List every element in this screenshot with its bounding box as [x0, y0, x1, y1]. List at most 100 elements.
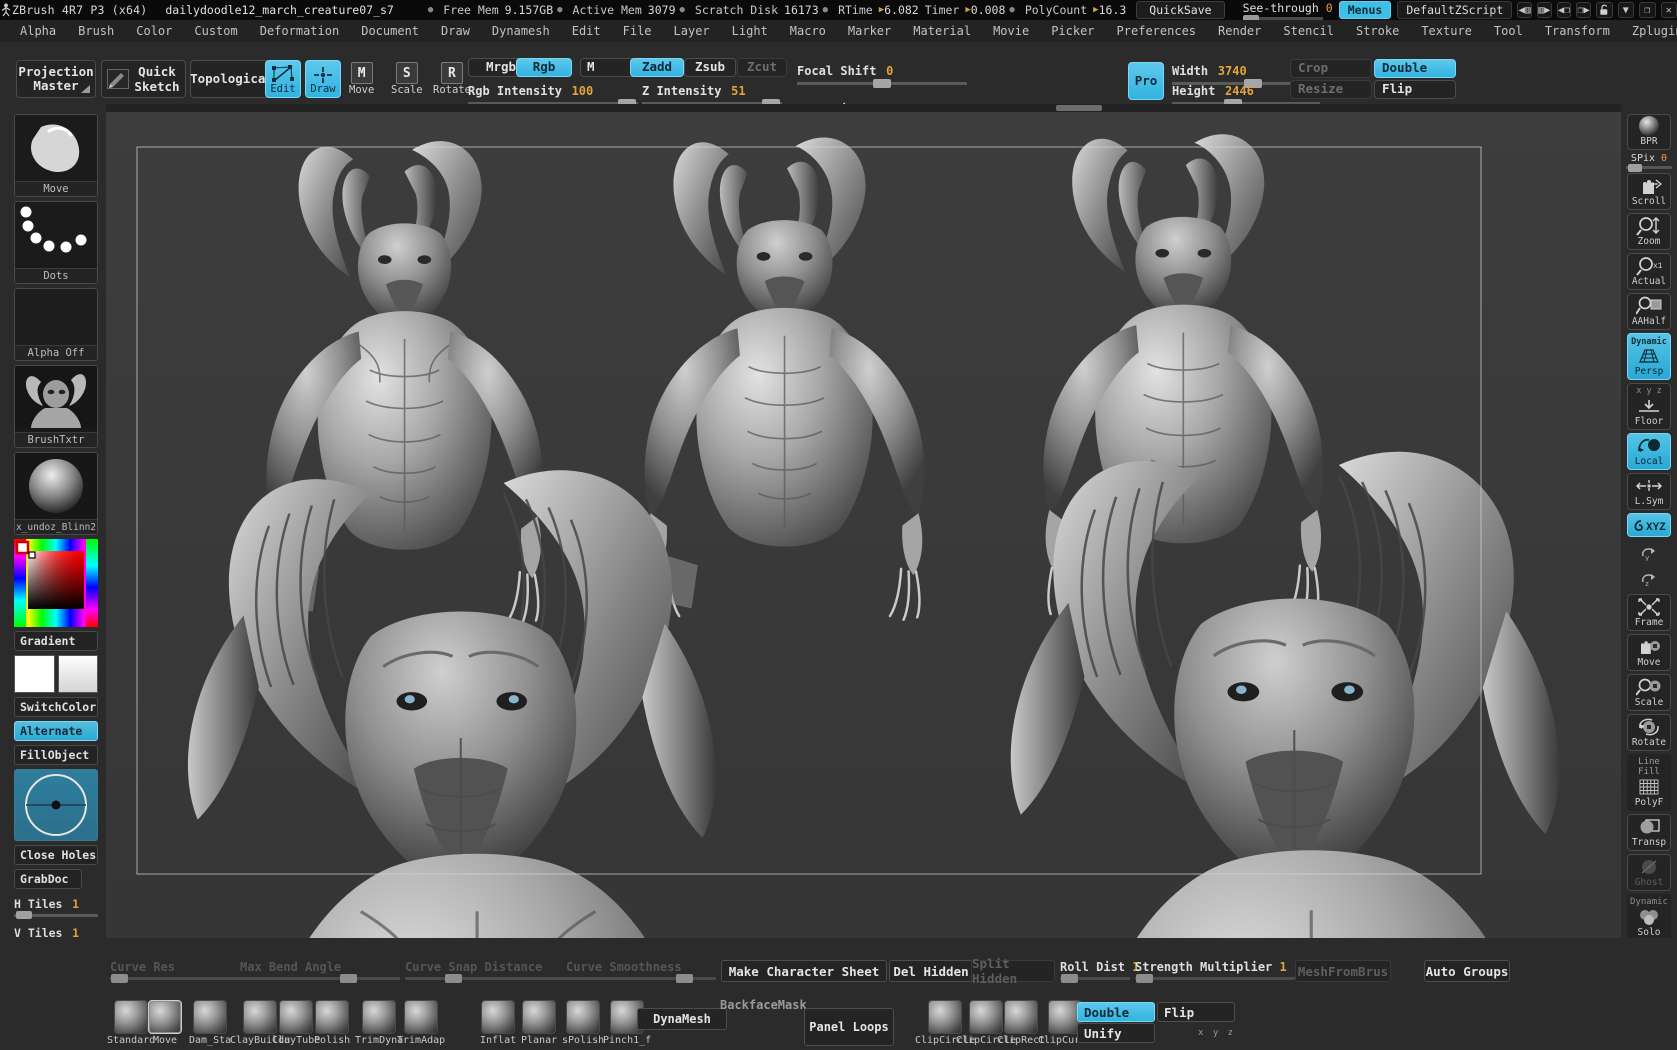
color-swatches[interactable] — [14, 655, 98, 693]
gradient-button[interactable]: Gradient — [14, 631, 98, 651]
ghost-button[interactable]: Ghost — [1627, 854, 1671, 891]
move-tool-button[interactable]: M Move — [349, 62, 374, 96]
lsym-button[interactable]: L.Sym — [1627, 473, 1671, 510]
move-gizmo-button[interactable]: Move — [1627, 634, 1671, 671]
xyz-button[interactable]: XYZ — [1627, 513, 1671, 537]
floor-button[interactable]: x y z Floor — [1627, 383, 1671, 430]
strength-multiplier-slider[interactable]: Strength Multiplier 1 — [1135, 960, 1295, 983]
bpr-button[interactable]: BPR — [1627, 114, 1671, 150]
canvas-viewport[interactable] — [106, 112, 1621, 938]
curve-res-track[interactable] — [110, 974, 250, 983]
zadd-button[interactable]: Zadd — [630, 58, 684, 77]
auto-groups-button[interactable]: Auto Groups — [1424, 960, 1510, 982]
minimize-icon[interactable]: ▼ — [1617, 2, 1634, 18]
menu-document[interactable]: Document — [351, 21, 429, 41]
secondary-color-swatch[interactable] — [58, 655, 98, 693]
switch-color-button[interactable]: SwitchColor — [14, 697, 98, 717]
local-button[interactable]: Local — [1627, 433, 1671, 470]
menu-draw[interactable]: Draw — [431, 21, 480, 41]
close-icon[interactable]: ✕ — [1660, 2, 1677, 18]
menu-deformation[interactable]: Deformation — [250, 21, 349, 41]
menu-macro[interactable]: Macro — [780, 21, 836, 41]
bottom-flip-button[interactable]: Flip — [1157, 1002, 1235, 1022]
see-through-slider[interactable]: See-through 0 — [1242, 1, 1333, 22]
brush-claytubes[interactable]: ClayTube — [272, 1000, 320, 1046]
mesh-from-brush-button[interactable]: MeshFromBrus — [1295, 960, 1391, 982]
next-layout-icon[interactable]: ❐▶ — [1576, 2, 1591, 18]
grab-doc-button[interactable]: GrabDoc — [14, 869, 82, 889]
polyf-button[interactable]: Line Fill PolyF — [1627, 754, 1671, 811]
curve-snap-distance-track[interactable] — [405, 974, 585, 983]
resize-button[interactable]: Resize — [1290, 80, 1372, 99]
rotate-z-button[interactable]: z — [1627, 566, 1671, 591]
split-hidden-button[interactable]: Split Hidden — [971, 956, 1055, 986]
menu-stroke[interactable]: Stroke — [1346, 21, 1409, 41]
spix-slider[interactable]: SPix 0 — [1626, 153, 1672, 172]
rotate-gizmo-button[interactable]: Rotate — [1627, 714, 1671, 751]
menu-edit[interactable]: Edit — [562, 21, 611, 41]
topological-button[interactable]: Topological — [190, 60, 273, 98]
h-tiles-slider[interactable]: H Tiles 1 — [14, 893, 98, 919]
menu-movie[interactable]: Movie — [983, 21, 1039, 41]
default-zscript-button[interactable]: DefaultZScript — [1397, 1, 1513, 19]
menu-transform[interactable]: Transform — [1535, 21, 1620, 41]
curve-smoothness-track[interactable] — [566, 974, 716, 983]
zcut-button[interactable]: Zcut — [737, 58, 787, 77]
roll-dist-slider[interactable]: Roll Dist 1 — [1060, 960, 1140, 983]
main-color-swatch[interactable] — [14, 655, 55, 693]
z-intensity-slider[interactable]: Z Intensity 51 — [642, 80, 782, 108]
menu-color[interactable]: Color — [126, 21, 182, 41]
menu-alpha[interactable]: Alpha — [10, 21, 66, 41]
menu-texture[interactable]: Texture — [1411, 21, 1482, 41]
make-character-sheet-button[interactable]: Make Character Sheet — [721, 960, 887, 982]
menu-zplugin[interactable]: Zplugin — [1622, 21, 1677, 41]
menu-light[interactable]: Light — [722, 21, 778, 41]
menu-material[interactable]: Material — [903, 21, 981, 41]
brush-polish[interactable]: Polish — [314, 1000, 350, 1046]
max-bend-angle-slider[interactable]: Max Bend Angle — [240, 960, 400, 983]
curve-smoothness-slider[interactable]: Curve Smoothness — [566, 960, 716, 983]
menu-brush[interactable]: Brush — [68, 21, 124, 41]
canvas-horizontal-scrollbar[interactable] — [106, 104, 1621, 112]
brush-move[interactable]: Move — [148, 1000, 182, 1046]
menu-picker[interactable]: Picker — [1041, 21, 1104, 41]
menu-custom[interactable]: Custom — [184, 21, 247, 41]
restore-icon[interactable]: ❐ — [1639, 2, 1656, 18]
current-material-thumb[interactable]: x_undoz_Blinn2 — [14, 452, 98, 535]
max-bend-angle-track[interactable] — [240, 974, 400, 983]
rotate-tool-button[interactable]: R Rotate — [433, 62, 471, 96]
rotate-y-button[interactable]: y — [1627, 540, 1671, 565]
m-button[interactable]: M — [580, 58, 636, 77]
menu-marker[interactable]: Marker — [838, 21, 901, 41]
aahalf-button[interactable]: AAHalf — [1627, 293, 1671, 330]
scroll-button[interactable]: Scroll — [1627, 173, 1671, 210]
focal-shift-track[interactable] — [797, 78, 967, 88]
strength-multiplier-track[interactable] — [1135, 974, 1295, 983]
focal-shift-slider[interactable]: Focal Shift 0 — [797, 60, 967, 88]
rgb-button[interactable]: Rgb — [516, 58, 572, 77]
brush-trimadaptive[interactable]: TrimAdap — [397, 1000, 445, 1046]
curve-res-slider[interactable]: Curve Res — [110, 960, 250, 983]
brush-spolish[interactable]: sPolish — [562, 1000, 604, 1046]
dynamesh-button[interactable]: DynaMesh — [637, 1008, 727, 1030]
scale-gizmo-button[interactable]: Scale — [1627, 674, 1671, 711]
brush-trimdynamic[interactable]: TrimDyna — [355, 1000, 403, 1046]
menu-preferences[interactable]: Preferences — [1107, 21, 1206, 41]
current-stroke-thumb[interactable]: Dots — [14, 201, 98, 284]
next-script-icon[interactable]: ▥▶ — [1536, 2, 1552, 18]
spix-track[interactable] — [1626, 163, 1672, 172]
solo-button[interactable]: Dynamic Solo — [1627, 894, 1671, 941]
menus-button[interactable]: Menus — [1338, 1, 1392, 19]
crop-button[interactable]: Crop — [1290, 59, 1372, 78]
menu-file[interactable]: File — [613, 21, 662, 41]
bottom-double-button[interactable]: Double — [1077, 1002, 1155, 1022]
panel-loops-button[interactable]: Panel Loops — [804, 1008, 894, 1046]
transp-button[interactable]: Transp — [1627, 814, 1671, 851]
prev-layout-icon[interactable]: ◀❐ — [1556, 2, 1572, 18]
draw-button[interactable]: Draw — [305, 60, 341, 98]
edit-button[interactable]: Edit — [265, 60, 301, 98]
zsub-button[interactable]: Zsub — [684, 58, 736, 77]
quicksave-button[interactable]: QuickSave — [1136, 1, 1225, 19]
menu-stencil[interactable]: Stencil — [1273, 21, 1344, 41]
current-brush-thumb[interactable]: Move — [14, 114, 98, 197]
